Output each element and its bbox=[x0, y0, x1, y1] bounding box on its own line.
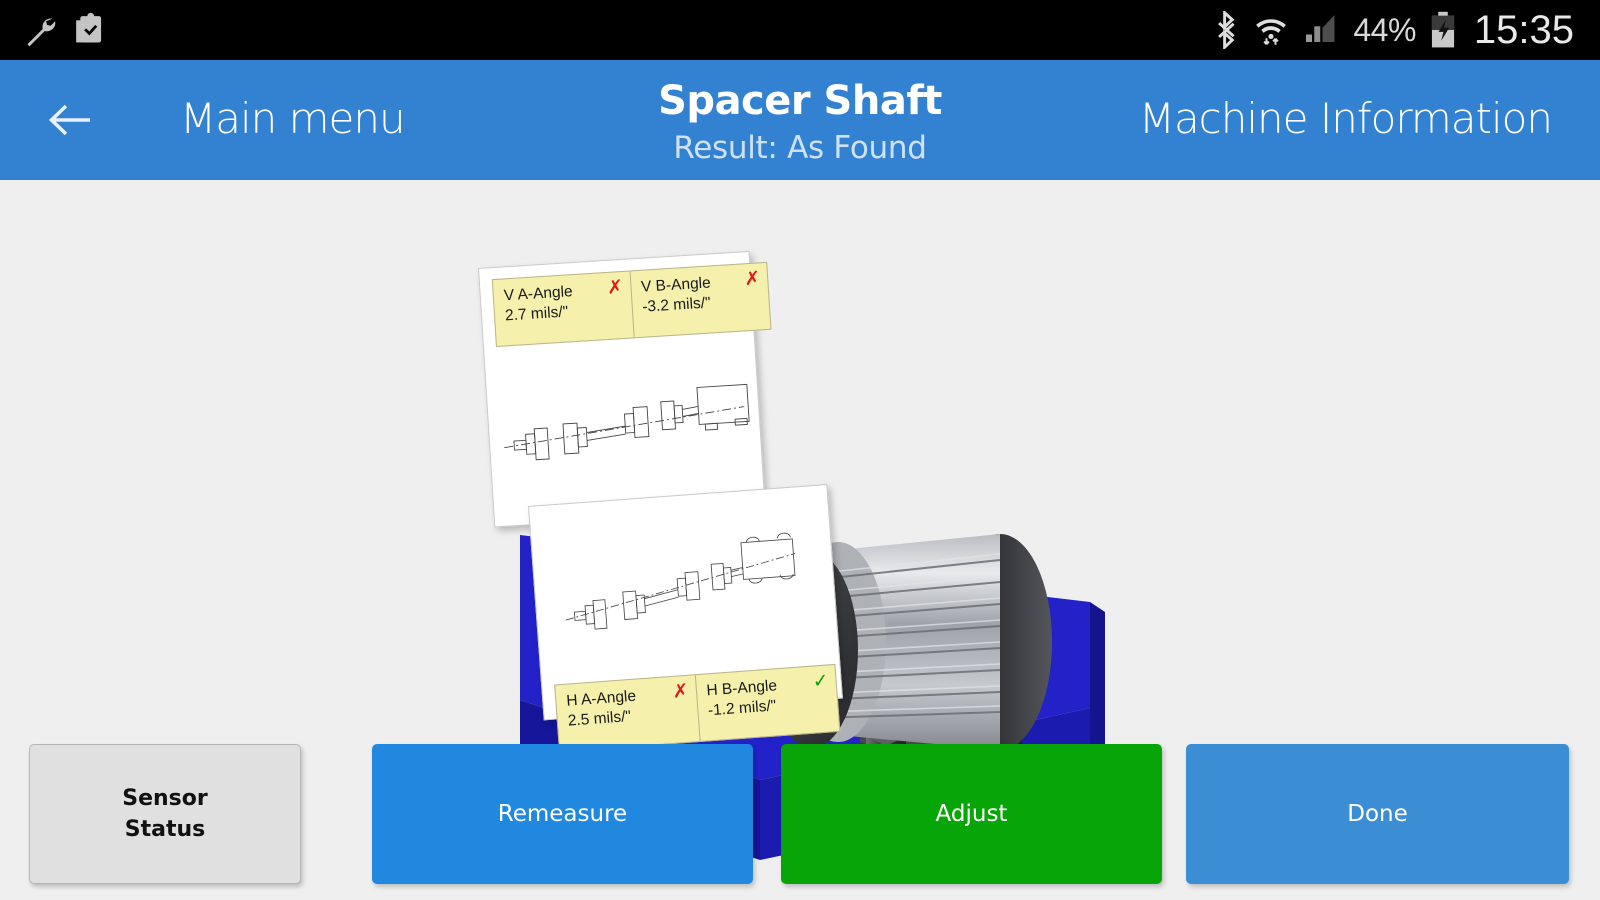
sensor-status-button[interactable]: Sensor Status bbox=[29, 744, 301, 884]
sensor-status-line1: Sensor bbox=[122, 786, 208, 811]
wrench-icon bbox=[27, 18, 56, 47]
remeasure-button[interactable]: Remeasure bbox=[372, 744, 753, 884]
status-cross-icon: ✗ bbox=[743, 267, 761, 291]
app-root: 44% 15:35 Main menu Spacer Shaft Result:… bbox=[0, 0, 1600, 900]
sensor-status-line2: Status bbox=[124, 817, 206, 842]
remeasure-label: Remeasure bbox=[497, 801, 628, 827]
horizontal-readings-card: H A-Angle 2.5 mils/" ✗ H B-Angle -1.2 mi… bbox=[528, 484, 843, 753]
adjust-button[interactable]: Adjust bbox=[781, 744, 1162, 884]
clock-label: 15:35 bbox=[1473, 7, 1574, 52]
reading-badge: V B-Angle -3.2 mils/" ✗ bbox=[630, 263, 770, 337]
vertical-readings-card: V A-Angle 2.7 mils/" ✗ V B-Angle -3.2 mi… bbox=[478, 250, 772, 528]
status-bar-right-icons: 44% 15:35 bbox=[1213, 8, 1600, 53]
wifi-icon bbox=[1256, 19, 1287, 45]
done-button[interactable]: Done bbox=[1186, 744, 1569, 884]
battery-charging-icon bbox=[1431, 11, 1454, 48]
status-cross-icon: ✗ bbox=[606, 275, 624, 299]
cellular-signal-icon bbox=[1306, 15, 1335, 42]
adjust-label: Adjust bbox=[935, 801, 1008, 827]
back-arrow-icon[interactable] bbox=[48, 102, 92, 138]
reading-badge: H B-Angle -1.2 mils/" ✓ bbox=[695, 665, 839, 741]
reading-badge: V A-Angle 2.7 mils/" ✗ bbox=[492, 271, 635, 346]
action-button-bar: Sensor Status Remeasure Adjust Done bbox=[0, 740, 1600, 900]
battery-percent-label: 44% bbox=[1353, 11, 1416, 48]
vertical-readings-badges: V A-Angle 2.7 mils/" ✗ V B-Angle -3.2 mi… bbox=[491, 261, 772, 348]
status-bar-left-icons bbox=[0, 12, 106, 48]
main-menu-link[interactable]: Main menu bbox=[180, 94, 406, 143]
app-header: Main menu Spacer Shaft Result: As Found … bbox=[0, 60, 1600, 180]
shaft-schematic-horizontal bbox=[565, 532, 796, 630]
shaft-schematic-vertical bbox=[504, 383, 750, 461]
status-check-icon: ✓ bbox=[811, 669, 830, 693]
machine-visualization-stage: V A-Angle 2.7 mils/" ✗ V B-Angle -3.2 mi… bbox=[0, 180, 1600, 900]
clipboard-check-icon bbox=[76, 12, 102, 43]
status-cross-icon: ✗ bbox=[671, 679, 690, 703]
done-label: Done bbox=[1347, 801, 1408, 827]
machine-information-link[interactable]: Machine Information bbox=[1139, 94, 1553, 143]
android-status-bar: 44% 15:35 bbox=[0, 0, 1600, 60]
bluetooth-icon bbox=[1218, 11, 1235, 49]
